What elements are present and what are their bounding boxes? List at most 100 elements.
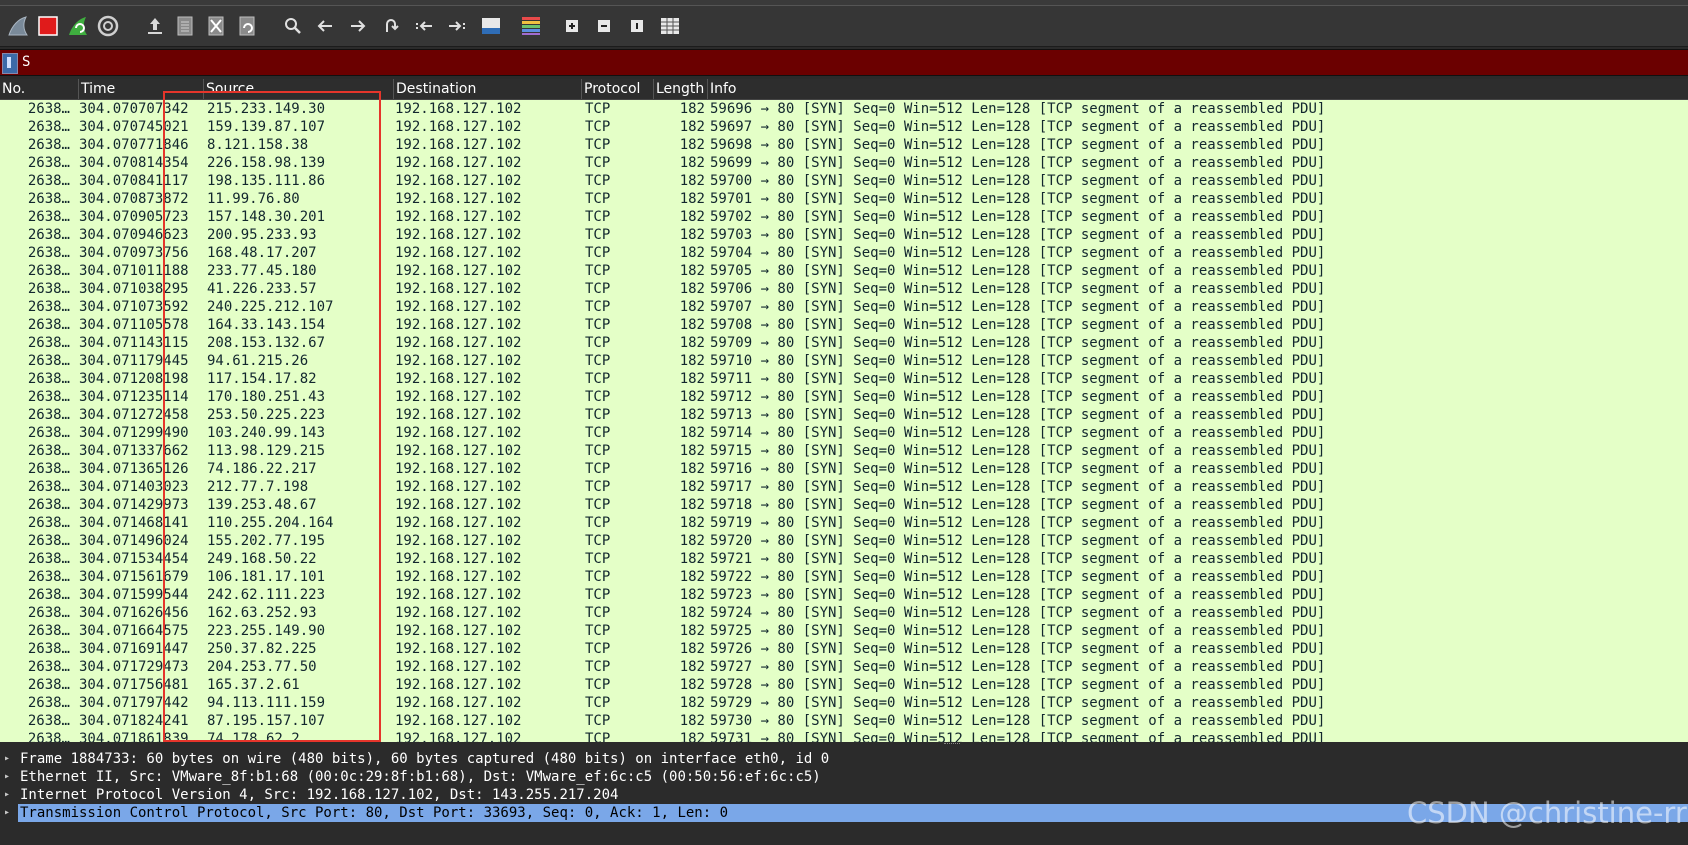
cell-info: 59727 → 80 [SYN] Seq=0 Win=512 Len=128 [… <box>710 659 1326 675</box>
table-row[interactable]: 2638… 304.071468141 110.255.204.164 192.168… <box>0 514 1688 532</box>
table-row[interactable]: 2638… 304.071403023 212.77.7.198 192.168.12… <box>0 478 1688 496</box>
colorize-icon[interactable] <box>517 12 545 40</box>
table-row[interactable]: 2638… 304.071626456 162.63.252.93 192.168.1… <box>0 604 1688 622</box>
column-header-source[interactable]: Source <box>204 79 394 99</box>
expand-arrow-icon[interactable]: ▸ <box>4 768 10 786</box>
cell-src: 200.95.233.93 <box>207 227 317 243</box>
cell-dst: 192.168.127.102 <box>395 407 522 423</box>
cell-dst: 192.168.127.102 <box>395 551 522 567</box>
table-row[interactable]: 2638… 304.070841117 198.135.111.86 192.168.… <box>0 172 1688 190</box>
table-row[interactable]: 2638… 304.070707342 215.233.149.30 192.168.… <box>0 100 1688 118</box>
table-row[interactable]: 2638… 304.071824241 87.195.157.107 192.168.… <box>0 712 1688 730</box>
expand-arrow-icon[interactable]: ▸ <box>4 750 10 768</box>
column-header-time[interactable]: Time <box>79 79 204 99</box>
resize-columns-icon[interactable] <box>656 12 684 40</box>
table-row[interactable]: 2638… 304.071599544 242.62.111.223 192.168.… <box>0 586 1688 604</box>
cell-time: 304.071626456 <box>79 605 189 621</box>
cell-dst: 192.168.127.102 <box>395 155 522 171</box>
cell-len: 182 <box>679 389 705 405</box>
auto-scroll-icon[interactable] <box>477 12 505 40</box>
table-row[interactable]: 2638… 304.071337662 113.98.129.215 192.168.… <box>0 442 1688 460</box>
cell-src: 198.135.111.86 <box>207 173 326 189</box>
table-row[interactable]: 2638… 304.071691447 250.37.82.225 192.168.1… <box>0 640 1688 658</box>
close-file-icon[interactable] <box>202 12 230 40</box>
cell-no: 2638… <box>27 551 70 567</box>
main-toolbar <box>0 6 1688 47</box>
cell-info: 59696 → 80 [SYN] Seq=0 Win=512 Len=128 [… <box>710 101 1326 117</box>
detail-tree-item[interactable]: ▸ Ethernet II, Src: VMware_8f:b1:68 (00:0… <box>0 768 1688 786</box>
cell-len: 182 <box>679 569 705 585</box>
table-row[interactable]: 2638… 304.071496024 155.202.77.195 192.168.… <box>0 532 1688 550</box>
detail-tree-item[interactable]: ▸ Frame 1884733: 60 bytes on wire (480 bi… <box>0 750 1688 768</box>
open-file-icon[interactable] <box>141 12 169 40</box>
table-row[interactable]: 2638… 304.071797442 94.113.111.159 192.168.… <box>0 694 1688 712</box>
table-row[interactable]: 2638… 304.071143115 208.153.132.67 192.168.… <box>0 334 1688 352</box>
cell-proto: TCP <box>585 695 611 711</box>
table-row[interactable]: 2638… 304.070973756 168.48.17.207 192.168.1… <box>0 244 1688 262</box>
cell-dst: 192.168.127.102 <box>395 479 522 495</box>
column-header-length[interactable]: Length <box>654 79 708 99</box>
first-packet-icon[interactable] <box>410 12 438 40</box>
table-row[interactable]: 2638… 304.071073592 240.225.212.107 192.168… <box>0 298 1688 316</box>
column-header-destination[interactable]: Destination <box>394 79 582 99</box>
zoom-in-icon[interactable] <box>558 12 586 40</box>
stop-capture-icon[interactable] <box>34 12 62 40</box>
cell-src: 215.233.149.30 <box>207 101 326 117</box>
go-forward-icon[interactable] <box>344 12 372 40</box>
go-to-packet-icon[interactable] <box>377 12 405 40</box>
reload-file-icon[interactable] <box>233 12 261 40</box>
table-row[interactable]: 2638… 304.071299490 103.240.99.143 192.168.… <box>0 424 1688 442</box>
cell-len: 182 <box>679 155 705 171</box>
table-row[interactable]: 2638… 304.070905723 157.148.30.201 192.168.… <box>0 208 1688 226</box>
cell-dst: 192.168.127.102 <box>395 299 522 315</box>
cell-dst: 192.168.127.102 <box>395 695 522 711</box>
table-row[interactable]: 2638… 304.071365126 74.186.22.217 192.168.1… <box>0 460 1688 478</box>
cell-len: 182 <box>679 461 705 477</box>
cell-no: 2638… <box>27 569 70 585</box>
packet-list[interactable]: 2638… 304.070707342 215.233.149.30 192.168.… <box>0 100 1688 742</box>
cell-proto: TCP <box>585 245 611 261</box>
bookmark-icon[interactable] <box>2 53 18 74</box>
table-row[interactable]: 2638… 304.070745021 159.139.87.107 192.168.… <box>0 118 1688 136</box>
cell-src: 253.50.225.223 <box>207 407 326 423</box>
table-row[interactable]: 2638… 304.070946623 200.95.233.93 192.168.1… <box>0 226 1688 244</box>
table-row[interactable]: 2638… 304.071105578 164.33.143.154 192.168.… <box>0 316 1688 334</box>
table-row[interactable]: 2638… 304.071038295 41.226.233.57 192.168.1… <box>0 280 1688 298</box>
column-header-protocol[interactable]: Protocol <box>582 79 654 99</box>
restart-capture-icon[interactable] <box>64 12 92 40</box>
cell-src: 103.240.99.143 <box>207 425 326 441</box>
zoom-out-icon[interactable] <box>590 12 618 40</box>
expand-arrow-icon[interactable]: ▸ <box>4 786 10 804</box>
table-row[interactable]: 2638… 304.071272458 253.50.225.223 192.168.… <box>0 406 1688 424</box>
table-row[interactable]: 2638… 304.071429973 139.253.48.67 192.168.1… <box>0 496 1688 514</box>
table-row[interactable]: 2638… 304.071011188 233.77.45.180 192.168.1… <box>0 262 1688 280</box>
table-row[interactable]: 2638… 304.070873872 11.99.76.80 192.168.127… <box>0 190 1688 208</box>
table-row[interactable]: 2638… 304.071179445 94.61.215.26 192.168.12… <box>0 352 1688 370</box>
column-header-no[interactable]: No. <box>0 79 79 99</box>
cell-no: 2638… <box>27 659 70 675</box>
table-row[interactable]: 2638… 304.070814354 226.158.98.139 192.168.… <box>0 154 1688 172</box>
find-packet-icon[interactable] <box>279 12 307 40</box>
display-filter-input[interactable] <box>20 51 1684 72</box>
save-file-icon[interactable] <box>171 12 199 40</box>
go-back-icon[interactable] <box>311 12 339 40</box>
normal-size-icon[interactable] <box>623 12 651 40</box>
table-row[interactable]: 2638… 304.071235114 170.180.251.43 192.168.… <box>0 388 1688 406</box>
column-header-info[interactable]: Info <box>708 79 1688 99</box>
expand-arrow-icon[interactable]: ▸ <box>4 804 10 822</box>
table-row[interactable]: 2638… 304.071861839 74.178.62.2 192.168.127… <box>0 730 1688 742</box>
table-row[interactable]: 2638… 304.071534454 249.168.50.22 192.168.1… <box>0 550 1688 568</box>
table-row[interactable]: 2638… 304.071756481 165.37.2.61 192.168.127… <box>0 676 1688 694</box>
shark-fin-icon[interactable] <box>4 12 32 40</box>
table-row[interactable]: 2638… 304.071664575 223.255.149.90 192.168.… <box>0 622 1688 640</box>
table-row[interactable]: 2638… 304.071561679 106.181.17.101 192.168.… <box>0 568 1688 586</box>
cell-info: 59726 → 80 [SYN] Seq=0 Win=512 Len=128 [… <box>710 641 1326 657</box>
table-row[interactable]: 2638… 304.071208198 117.154.17.82 192.168.1… <box>0 370 1688 388</box>
cell-time: 304.071797442 <box>79 695 189 711</box>
table-row[interactable]: 2638… 304.070771846 8.121.158.38 192.168.12… <box>0 136 1688 154</box>
last-packet-icon[interactable] <box>443 12 471 40</box>
cell-info: 59707 → 80 [SYN] Seq=0 Win=512 Len=128 [… <box>710 299 1326 315</box>
cell-src: 204.253.77.50 <box>207 659 317 675</box>
table-row[interactable]: 2638… 304.071729473 204.253.77.50 192.168.1… <box>0 658 1688 676</box>
capture-options-icon[interactable] <box>94 12 122 40</box>
